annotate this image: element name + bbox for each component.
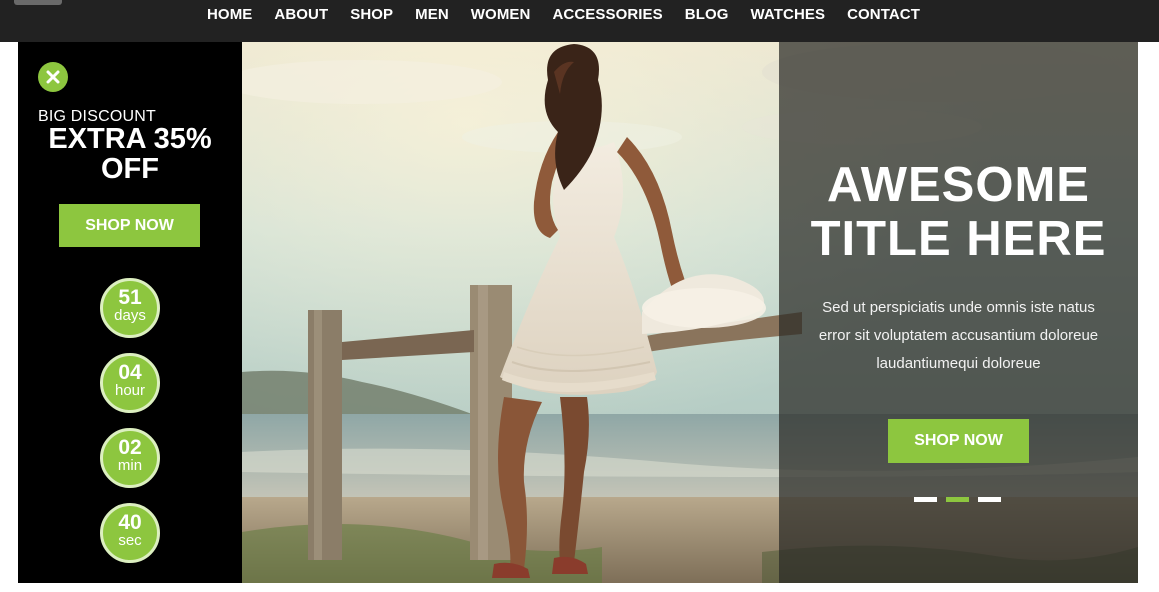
close-button[interactable]: [38, 62, 68, 92]
countdown-days: 51 days: [100, 278, 160, 338]
close-icon: [46, 70, 60, 84]
slider-dot-2[interactable]: [946, 497, 969, 502]
slider-pagination: [914, 497, 1001, 502]
hero-description-line2: error sit voluptatem accusantium doloreu…: [818, 327, 1099, 344]
countdown-days-value: 51: [118, 286, 142, 309]
nav-home[interactable]: HOME: [196, 0, 263, 30]
countdown-hours: 04 hour: [100, 353, 160, 413]
countdown-days-unit: days: [114, 307, 146, 324]
slider-dot-3[interactable]: [978, 497, 1001, 502]
nav-shop[interactable]: SHOP: [339, 0, 404, 30]
promo-headline-line2: OFF: [101, 153, 159, 185]
nav-women[interactable]: WOMEN: [460, 0, 542, 30]
hero-description: Sed ut perspiciatis unde omnis iste natu…: [793, 294, 1124, 378]
hero-caption-panel: AWESOME TITLE HERE Sed ut perspiciatis u…: [779, 42, 1138, 583]
nav-accessories[interactable]: ACCESSORIES: [541, 0, 673, 30]
countdown-minutes: 02 min: [100, 428, 160, 488]
countdown-minutes-value: 02: [118, 436, 142, 459]
countdown-seconds-unit: sec: [118, 532, 142, 549]
promo-headline: EXTRA 35% OFF: [18, 124, 242, 184]
countdown-seconds: 40 sec: [100, 503, 160, 563]
hero-slider: AWESOME TITLE HERE Sed ut perspiciatis u…: [242, 42, 1138, 583]
hero-title-line1: AWESOME: [827, 158, 1090, 212]
promo-headline-line1: EXTRA 35%: [48, 123, 212, 155]
countdown-seconds-value: 40: [118, 511, 142, 534]
nav-blog[interactable]: BLOG: [674, 0, 740, 30]
promo-shop-now-button[interactable]: SHOP NOW: [59, 204, 200, 247]
nav-watches[interactable]: WATCHES: [740, 0, 837, 30]
hero-title-line2: TITLE HERE: [810, 212, 1107, 266]
nav-men[interactable]: MEN: [404, 0, 460, 30]
nav-about[interactable]: ABOUT: [263, 0, 339, 30]
main-nav: HOME ABOUT SHOP MEN WOMEN ACCESSORIES BL…: [196, 0, 931, 30]
logo[interactable]: [14, 0, 62, 5]
countdown-hours-unit: hour: [114, 382, 146, 399]
hero-description-line3: laudantiumequi doloreue: [876, 355, 1041, 372]
slider-dot-1[interactable]: [914, 497, 937, 502]
hero-description-line1: Sed ut perspiciatis unde omnis iste natu…: [822, 299, 1095, 316]
hero-shop-now-button[interactable]: SHOP NOW: [888, 419, 1029, 463]
countdown-minutes-unit: min: [117, 457, 143, 474]
hero-title: AWESOME TITLE HERE: [779, 158, 1138, 266]
nav-contact[interactable]: CONTACT: [836, 0, 931, 30]
top-nav-bar: HOME ABOUT SHOP MEN WOMEN ACCESSORIES BL…: [0, 0, 1159, 42]
discount-promo-panel: BIG DISCOUNT EXTRA 35% OFF SHOP NOW 51 d…: [18, 42, 242, 583]
countdown-hours-value: 04: [118, 361, 142, 384]
